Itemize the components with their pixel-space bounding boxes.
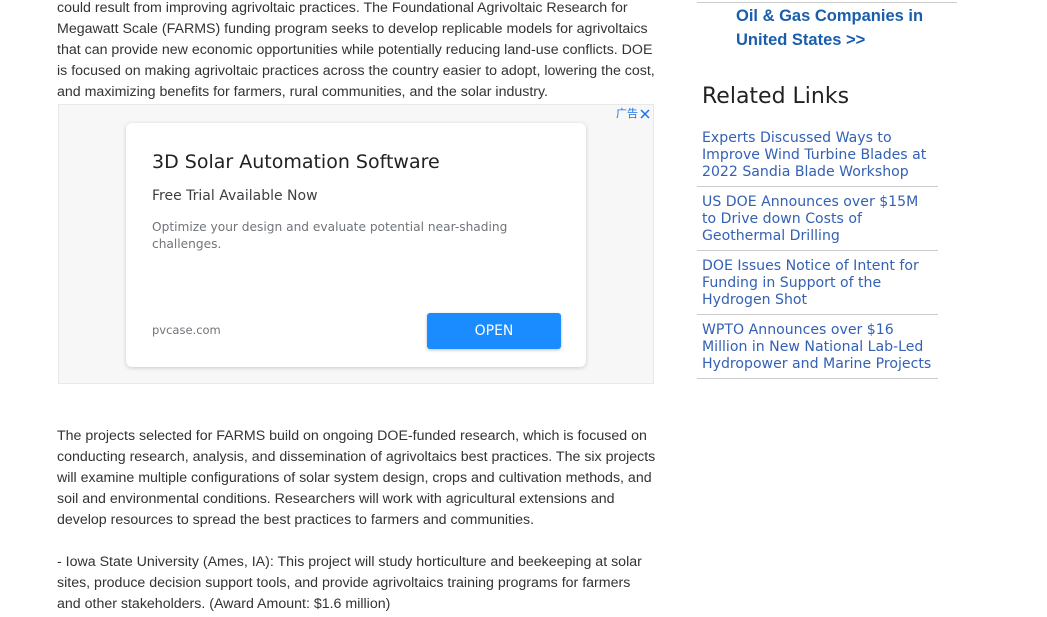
article-body: could result from improving agrivoltaic …: [57, 0, 657, 103]
page: could result from improving agrivoltaic …: [0, 0, 1047, 617]
list-item: WPTO Announces over $16 Million in New N…: [697, 321, 938, 379]
ad-domain: pvcase.com: [152, 323, 221, 337]
related-links-list: Experts Discussed Ways to Improve Wind T…: [697, 129, 938, 385]
article-paragraph: The projects selected for FARMS build on…: [57, 428, 656, 528]
ad-open-button[interactable]: OPEN: [427, 313, 561, 349]
related-link[interactable]: US DOE Announces over $15M to Drive down…: [702, 194, 934, 245]
related-link[interactable]: DOE Issues Notice of Intent for Funding …: [702, 258, 934, 309]
list-item: US DOE Announces over $15M to Drive down…: [697, 193, 938, 251]
ad-card[interactable]: 3D Solar Automation Software Free Trial …: [126, 123, 586, 367]
sidebar-divider: [697, 2, 957, 3]
list-item: DOE Issues Notice of Intent for Funding …: [697, 257, 938, 315]
advertisement[interactable]: 广告 3D Solar Automation Software Free Tri…: [58, 104, 654, 384]
close-icon[interactable]: [640, 109, 650, 119]
ad-title[interactable]: 3D Solar Automation Software: [152, 151, 440, 173]
article-paragraph: could result from improving agrivoltaic …: [57, 0, 655, 100]
ad-subtitle: Free Trial Available Now: [152, 188, 318, 204]
list-item: Experts Discussed Ways to Improve Wind T…: [697, 129, 938, 187]
ad-description: Optimize your design and evaluate potent…: [152, 220, 508, 251]
ad-choices-badge[interactable]: 广告: [616, 107, 650, 121]
related-links-heading: Related Links: [702, 84, 850, 109]
sidebar-prev-link[interactable]: Oil & Gas Companies in United States >>: [736, 4, 956, 52]
related-link[interactable]: WPTO Announces over $16 Million in New N…: [702, 322, 934, 373]
ad-badge-label: 广告: [616, 108, 638, 120]
article-paragraph: - Iowa State University (Ames, IA): This…: [57, 554, 642, 612]
related-link[interactable]: Experts Discussed Ways to Improve Wind T…: [702, 130, 934, 181]
